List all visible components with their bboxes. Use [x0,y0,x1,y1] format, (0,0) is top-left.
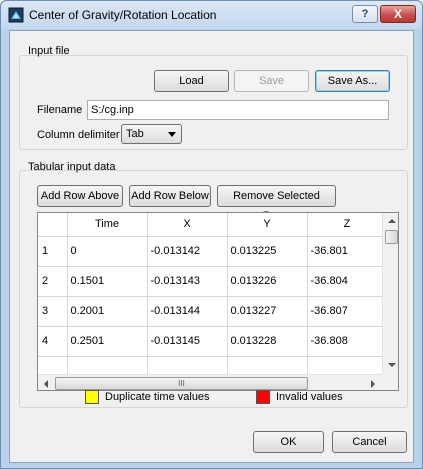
table-cell[interactable]: 0.013227 [227,296,308,327]
table-cell[interactable]: 0.2001 [67,296,148,327]
table-cell[interactable]: -36.804 [307,266,388,297]
column-delimiter-label: Column delimiter [37,129,120,141]
remove-selected-rows-button[interactable]: Remove Selected Rows [217,185,336,222]
table-cell[interactable]: 0.013226 [227,266,308,297]
invalid-color-swatch [256,390,270,404]
load-button[interactable]: Load [154,70,229,92]
column-header-y[interactable]: Y [227,213,308,237]
table-cell[interactable]: 0.1501 [67,266,148,297]
save-as-button[interactable]: Save As... [315,70,390,92]
scroll-grip: III [178,379,185,388]
add-row-above-button[interactable]: Add Row Above [37,185,123,207]
table-row: 3 0.2001 -0.013144 0.013227 -36.807 [38,296,388,327]
dialog-window: Center of Gravity/Rotation Location ? X … [0,0,423,469]
input-file-group-title: Input file [28,45,70,57]
table-cell[interactable]: -0.013144 [147,296,228,327]
column-header-z[interactable]: Z [307,213,388,237]
scroll-left-icon[interactable] [44,380,48,388]
help-button[interactable]: ? [352,5,378,23]
scroll-down-icon[interactable] [388,363,396,367]
data-table[interactable]: Time X Y Z 1 0 -0.013142 0.013225 -36.80… [37,212,399,391]
row-header[interactable]: 4 [38,326,68,357]
scroll-right-icon[interactable] [371,380,375,388]
table-cell[interactable]: -36.801 [307,236,388,267]
duplicate-color-swatch [85,390,99,404]
column-header-time[interactable]: Time [67,213,148,237]
table-cell[interactable]: -0.013143 [147,266,228,297]
tabular-input-group-title: Tabular input data [28,161,116,173]
column-header-x[interactable]: X [147,213,228,237]
cancel-button[interactable]: Cancel [332,431,407,453]
table-row: 4 0.2501 -0.013145 0.013228 -36.808 [38,326,388,357]
table-cell[interactable]: -36.808 [307,326,388,357]
scroll-up-icon[interactable] [388,219,396,223]
scroll-corner [382,374,398,390]
filename-field[interactable]: S:/cg.inp [87,100,389,120]
vertical-scroll-thumb[interactable] [385,230,398,244]
table-cell[interactable]: 0.013225 [227,236,308,267]
invalid-legend-label: Invalid values [276,391,343,403]
data-grid: Time X Y Z 1 0 -0.013142 0.013225 -36.80… [38,213,388,387]
vertical-scrollbar[interactable] [382,213,398,375]
window-title: Center of Gravity/Rotation Location [29,8,217,22]
save-button[interactable]: Save [234,70,309,92]
ok-button[interactable]: OK [253,431,324,453]
horizontal-scroll-thumb[interactable]: III [55,377,308,390]
close-button[interactable]: X [380,5,416,23]
add-row-below-button[interactable]: Add Row Below [129,185,211,207]
app-icon [8,7,24,23]
column-delimiter-select[interactable]: Tab [121,124,182,144]
filename-label: Filename [37,104,83,116]
chevron-down-icon [168,132,176,137]
table-cell[interactable]: -36.807 [307,296,388,327]
horizontal-scrollbar[interactable]: III [38,374,382,390]
row-header[interactable]: 1 [38,236,68,267]
row-header[interactable]: 3 [38,296,68,327]
title-bar[interactable]: Center of Gravity/Rotation Location ? X [1,1,422,29]
table-cell[interactable]: -0.013142 [147,236,228,267]
corner-header[interactable] [38,213,68,237]
row-header[interactable]: 2 [38,266,68,297]
table-row: 1 0 -0.013142 0.013225 -36.801 [38,236,388,267]
table-cell[interactable]: 0 [67,236,148,267]
dialog-content: Input file Load Save Save As... Filename… [9,30,414,463]
column-delimiter-value: Tab [126,128,144,140]
table-cell[interactable]: 0.2501 [67,326,148,357]
table-row: 2 0.1501 -0.013143 0.013226 -36.804 [38,266,388,297]
table-header-row: Time X Y Z [38,213,388,237]
table-cell[interactable]: 0.013228 [227,326,308,357]
table-cell[interactable]: -0.013145 [147,326,228,357]
duplicate-legend-label: Duplicate time values [105,391,210,403]
